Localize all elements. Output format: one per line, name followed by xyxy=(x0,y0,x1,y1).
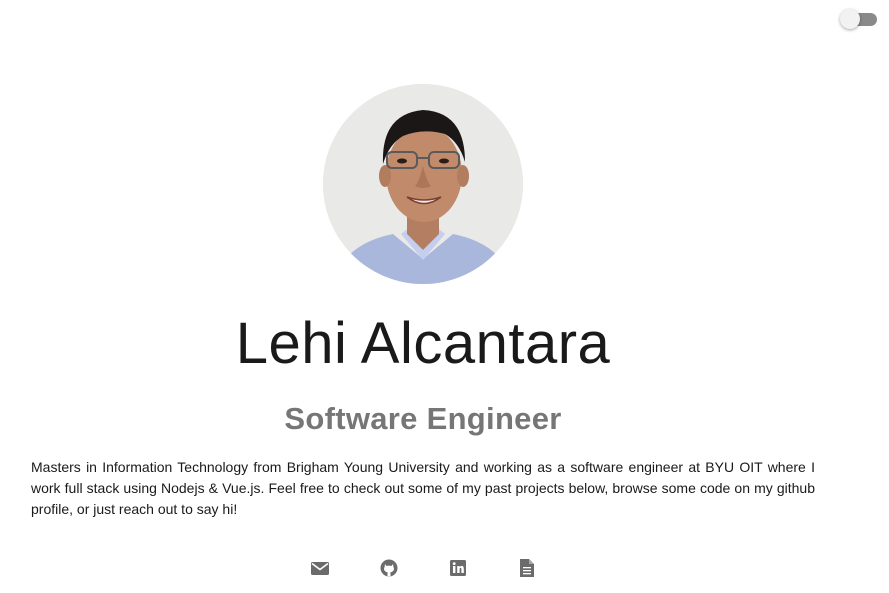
email-icon xyxy=(310,562,329,575)
resume-icon xyxy=(519,559,534,577)
profile-name: Lehi Alcantara xyxy=(235,311,611,376)
resume-link[interactable] xyxy=(518,558,536,578)
linkedin-icon xyxy=(449,560,466,576)
profile-bio: Masters in Information Technology from B… xyxy=(31,459,815,517)
linkedin-link[interactable] xyxy=(449,558,467,578)
toggle-thumb xyxy=(840,9,860,29)
github-link[interactable] xyxy=(380,558,398,578)
profile-avatar xyxy=(323,84,523,284)
email-link[interactable] xyxy=(310,558,329,578)
social-links xyxy=(0,558,846,578)
github-icon xyxy=(380,559,397,577)
theme-toggle[interactable] xyxy=(840,9,878,29)
profile-title: Software Engineer xyxy=(284,401,562,436)
page: Lehi Alcantara Software Engineer Masters… xyxy=(0,0,889,593)
